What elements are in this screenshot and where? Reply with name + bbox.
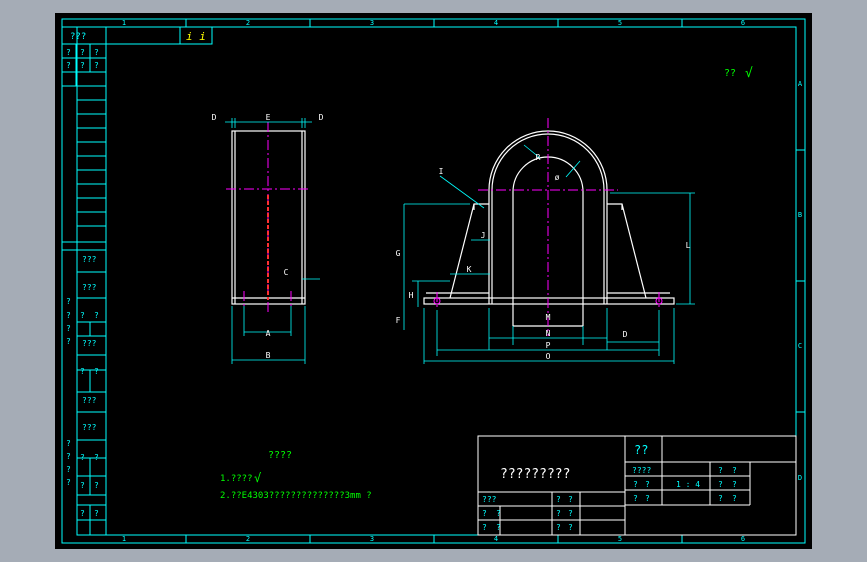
left-label-4: ??? bbox=[82, 396, 97, 405]
zone-bottom-1: 1 bbox=[122, 535, 126, 543]
title-cell-8: ? bbox=[645, 494, 650, 503]
drawing-name: ????????? bbox=[500, 467, 570, 482]
sign-cell-6: ? bbox=[568, 509, 573, 518]
title-cell-3: ? bbox=[633, 480, 638, 489]
dim-label-L: L bbox=[686, 241, 691, 250]
zone-right-B: B bbox=[798, 211, 802, 219]
left-cell-3: ? bbox=[94, 48, 99, 57]
left-lower-cell-13: ? bbox=[80, 453, 85, 462]
sign-cell-9: ? bbox=[556, 523, 561, 532]
title-cell-7: ? bbox=[633, 494, 638, 503]
title-cell-4: ? bbox=[645, 480, 650, 489]
cad-drawing-canvas: 1 2 3 4 5 6 1 2 3 4 5 6 A B C D ??? i i bbox=[55, 13, 812, 549]
zone-bottom-4: 4 bbox=[494, 535, 498, 543]
left-lower-cell-11: ? bbox=[66, 465, 71, 474]
left-cell-6: ? bbox=[94, 61, 99, 70]
scale-label: ???? bbox=[632, 466, 651, 475]
left-label-1: ??? bbox=[82, 255, 97, 264]
dim-label-J: J bbox=[481, 231, 486, 240]
roughness-note-text: ?? bbox=[724, 68, 736, 79]
dim-label-C: C bbox=[284, 268, 289, 277]
zone-bottom-2: 2 bbox=[246, 535, 250, 543]
zone-top-5: 5 bbox=[618, 19, 622, 27]
zone-top-4: 4 bbox=[494, 19, 498, 27]
zone-top-3: 3 bbox=[370, 19, 374, 27]
left-lower-cell-4: ? bbox=[66, 337, 71, 346]
zone-bottom-6: 6 bbox=[741, 535, 745, 543]
left-lower-cell-16: ? bbox=[94, 481, 99, 490]
title-cell-5: ? bbox=[718, 480, 723, 489]
tech-requirement-line-1: 1.???? bbox=[220, 474, 253, 484]
sign-cell-4: ? bbox=[496, 509, 501, 518]
zone-top-6: 6 bbox=[741, 19, 745, 27]
dim-label-K: K bbox=[467, 265, 472, 274]
left-lower-cell-7: ? bbox=[80, 367, 85, 376]
left-lower-cell-10: ? bbox=[66, 452, 71, 461]
tech-requirements-title: ???? bbox=[268, 450, 292, 461]
roughness-symbol-icon: √ bbox=[745, 66, 753, 81]
left-lower-cell-18: ? bbox=[94, 509, 99, 518]
dim-label-M: M bbox=[546, 313, 551, 322]
dim-label-E: E bbox=[266, 113, 271, 122]
top-left-marks: i i bbox=[186, 30, 206, 43]
left-cell-1: ? bbox=[66, 48, 71, 57]
sign-cell-5: ? bbox=[556, 509, 561, 518]
zone-top-1: 1 bbox=[122, 19, 126, 27]
dim-label-radius: R bbox=[536, 153, 541, 162]
dim-label-D-left: D bbox=[212, 113, 217, 122]
left-lower-cell-15: ? bbox=[80, 481, 85, 490]
zone-bottom-3: 3 bbox=[370, 535, 374, 543]
left-lower-cell-6: ? bbox=[94, 311, 99, 320]
left-cell-5: ? bbox=[80, 61, 85, 70]
left-lower-cell-14: ? bbox=[94, 453, 99, 462]
left-label-3: ??? bbox=[82, 339, 97, 348]
zone-right-C: C bbox=[798, 342, 802, 350]
title-cell-6: ? bbox=[732, 480, 737, 489]
title-cell-1: ? bbox=[718, 466, 723, 475]
dim-label-G: G bbox=[396, 249, 401, 258]
left-lower-cell-3: ? bbox=[66, 324, 71, 333]
left-lower-cell-12: ? bbox=[66, 478, 71, 487]
sign-cell-3: ? bbox=[482, 509, 487, 518]
scale-value: 1 : 4 bbox=[676, 480, 700, 489]
tech-requirement-line-2: 2.??E4303??????????????3mm ? bbox=[220, 491, 372, 501]
top-left-code: ??? bbox=[70, 32, 86, 42]
dim-label-F: F bbox=[396, 316, 401, 325]
left-lower-cell-2: ? bbox=[66, 311, 71, 320]
left-lower-cell-1: ? bbox=[66, 297, 71, 306]
title-cell-2: ? bbox=[732, 466, 737, 475]
title-cell-10: ? bbox=[732, 494, 737, 503]
left-cell-4: ? bbox=[66, 61, 71, 70]
dim-label-D-front: D bbox=[623, 330, 628, 339]
dim-label-P: P bbox=[546, 341, 551, 350]
dim-label-N: N bbox=[546, 329, 551, 338]
left-cell-2: ? bbox=[80, 48, 85, 57]
dim-label-O: O bbox=[546, 352, 551, 361]
left-label-2: ??? bbox=[82, 283, 97, 292]
title-cell-9: ? bbox=[718, 494, 723, 503]
dim-label-D-right: D bbox=[319, 113, 324, 122]
left-lower-cell-17: ? bbox=[80, 509, 85, 518]
dim-label-A: A bbox=[266, 329, 271, 338]
company-name: ?? bbox=[634, 443, 648, 457]
dim-label-diameter: ø bbox=[555, 173, 560, 182]
dim-label-I: I bbox=[439, 167, 444, 176]
tech-requirement-roughness-icon: √ bbox=[254, 471, 261, 485]
sign-cell-7: ? bbox=[482, 523, 487, 532]
left-label-5: ??? bbox=[82, 423, 97, 432]
dim-label-B: B bbox=[266, 351, 271, 360]
left-lower-cell-9: ? bbox=[66, 439, 71, 448]
zone-bottom-5: 5 bbox=[618, 535, 622, 543]
sign-cell-10: ? bbox=[568, 523, 573, 532]
left-lower-cell-5: ? bbox=[80, 311, 85, 320]
dim-label-H: H bbox=[409, 291, 414, 300]
sign-cell-8: ? bbox=[496, 523, 501, 532]
zone-top-2: 2 bbox=[246, 19, 250, 27]
zone-right-D: D bbox=[798, 474, 802, 482]
sign-cell-1: ? bbox=[556, 495, 561, 504]
left-lower-cell-8: ? bbox=[94, 367, 99, 376]
sign-cell-2: ? bbox=[568, 495, 573, 504]
sign-label: ??? bbox=[482, 495, 497, 504]
